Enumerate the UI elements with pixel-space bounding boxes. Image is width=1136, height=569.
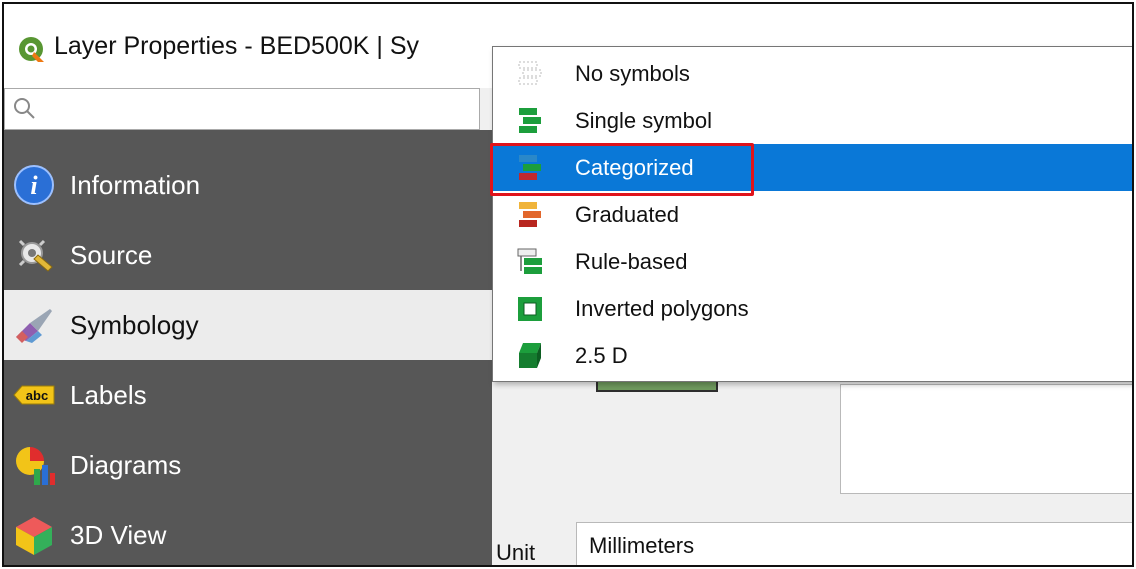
menu-item-single-symbol[interactable]: Single symbol bbox=[493, 97, 1132, 144]
menu-item-label: Categorized bbox=[575, 154, 694, 180]
info-icon: i bbox=[14, 165, 54, 205]
rule-based-icon bbox=[517, 248, 542, 274]
menu-item-categorized[interactable]: Categorized bbox=[493, 144, 1132, 191]
search-input[interactable] bbox=[45, 93, 465, 125]
inverted-polygons-icon bbox=[518, 296, 542, 321]
sidebar-item-label: Information bbox=[70, 169, 201, 200]
menu-item-no-symbols[interactable]: No symbols bbox=[493, 50, 1132, 97]
menu-item-label: Rule-based bbox=[575, 248, 688, 274]
sidebar-item-information[interactable]: i Information bbox=[4, 150, 492, 220]
sidebar-item-3d-view[interactable]: 3D View bbox=[4, 500, 492, 565]
no-symbols-icon bbox=[518, 61, 542, 84]
search-icon bbox=[14, 98, 35, 119]
layer-properties-window: Layer Properties - BED500K | Sy i Inform… bbox=[2, 2, 1134, 567]
menu-item-label: Inverted polygons bbox=[575, 295, 749, 321]
sidebar-item-label: Source bbox=[70, 239, 153, 270]
svg-text:i: i bbox=[30, 171, 38, 200]
graduated-icon bbox=[519, 201, 541, 227]
search-box[interactable] bbox=[4, 88, 480, 130]
menu-item-label: No symbols bbox=[575, 60, 690, 86]
unit-label: Unit bbox=[496, 540, 536, 565]
paintbrush-icon bbox=[16, 309, 52, 343]
sidebar-item-labels[interactable]: abc Labels bbox=[4, 360, 492, 430]
window-title: Layer Properties - BED500K | Sy bbox=[54, 32, 419, 60]
menu-item-label: 2.5 D bbox=[575, 342, 628, 368]
categorized-icon bbox=[519, 154, 541, 180]
symbol-tree-box bbox=[840, 384, 1132, 494]
svg-text:abc: abc bbox=[26, 388, 48, 403]
single-symbol-icon bbox=[519, 107, 541, 133]
sidebar: i Information Source Symbology abc Label… bbox=[4, 130, 492, 565]
sidebar-item-label: Diagrams bbox=[70, 449, 182, 480]
sidebar-item-label: 3D View bbox=[70, 519, 167, 550]
sidebar-item-diagrams[interactable]: Diagrams bbox=[4, 430, 492, 500]
menu-item-label: Single symbol bbox=[575, 107, 712, 133]
menu-item-rule-based[interactable]: Rule-based bbox=[493, 238, 1132, 285]
two-point-five-d-icon bbox=[519, 342, 541, 368]
sidebar-item-symbology[interactable]: Symbology bbox=[4, 290, 492, 360]
sidebar-item-label: Symbology bbox=[70, 309, 199, 340]
qgis-logo-icon bbox=[19, 37, 44, 62]
menu-item-graduated[interactable]: Graduated bbox=[493, 191, 1132, 238]
unit-select[interactable]: Millimeters bbox=[576, 522, 1132, 565]
abc-label-icon: abc bbox=[13, 385, 55, 405]
sidebar-item-label: Labels bbox=[70, 379, 147, 410]
menu-item-inverted-polygons[interactable]: Inverted polygons bbox=[493, 285, 1132, 332]
source-gear-icon bbox=[18, 239, 53, 272]
menu-item-2-5-d[interactable]: 2.5 D bbox=[493, 332, 1132, 379]
diagram-icon bbox=[16, 447, 55, 485]
cube-icon bbox=[16, 517, 52, 555]
renderer-dropdown-menu: No symbols Single symbol Categorized Gra… bbox=[492, 46, 1132, 382]
menu-item-label: Graduated bbox=[575, 201, 679, 227]
sidebar-item-source[interactable]: Source bbox=[4, 220, 492, 290]
